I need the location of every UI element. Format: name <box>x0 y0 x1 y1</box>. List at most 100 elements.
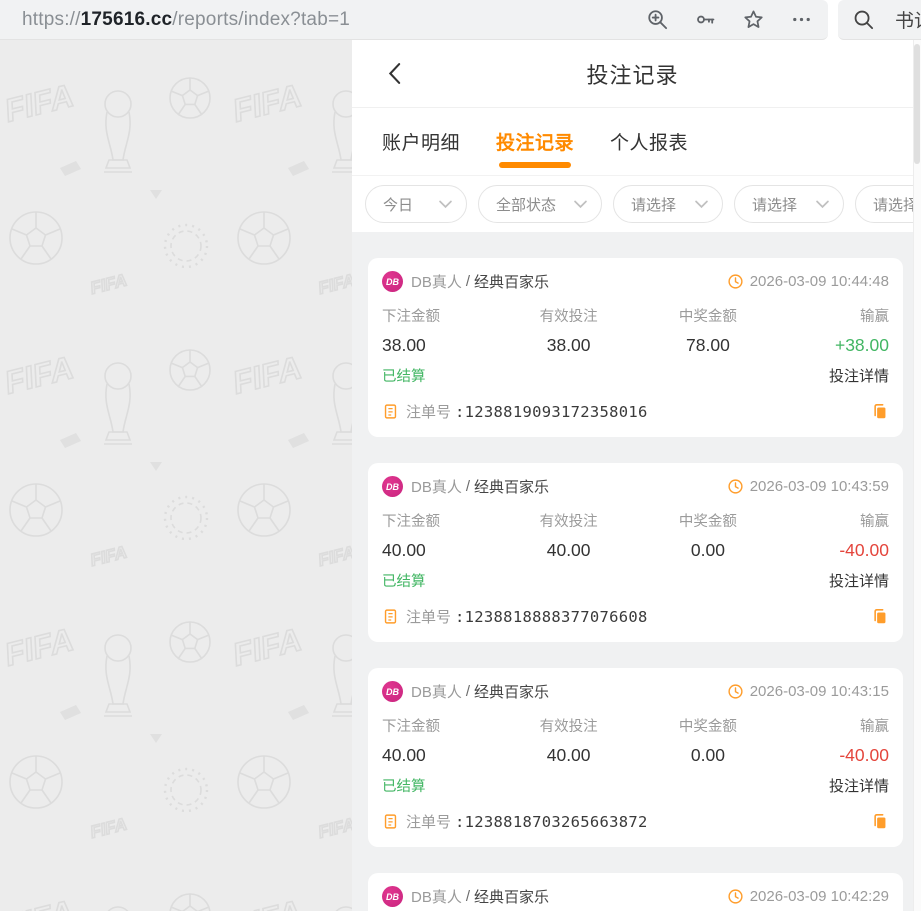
order-note-icon <box>382 813 399 830</box>
winloss-value: +38.00 <box>778 335 889 356</box>
separator: / <box>466 888 470 905</box>
search-icon <box>852 7 875 33</box>
back-icon[interactable] <box>380 60 408 88</box>
chevron-down-icon <box>816 200 829 209</box>
status-badge: 已结算 <box>382 365 426 386</box>
bet-record-card: DB DB真人 / 经典百家乐 2026-03-09 10:44:48 下注金额… <box>368 258 903 437</box>
valid-bet-label: 有效投注 <box>499 510 638 531</box>
prize-amount-label: 中奖金额 <box>638 715 777 736</box>
filter-value: 请选择 <box>752 194 797 215</box>
db-provider-badge: DB <box>382 886 403 907</box>
prize-amount-label: 中奖金额 <box>638 305 777 326</box>
bet-amount-value: 40.00 <box>382 745 499 766</box>
provider-name: DB真人 <box>411 681 462 702</box>
bet-amount-value: 38.00 <box>382 335 499 356</box>
filter-bar: 今日 全部状态 请选择 请选择 请选择 <box>352 176 913 232</box>
filter-value: 今日 <box>383 194 413 215</box>
order-number-value: 1238818888377076608 <box>465 608 648 626</box>
bet-details-link[interactable]: 投注详情 <box>829 570 889 591</box>
tab-account-details[interactable]: 账户明细 <box>382 108 460 175</box>
prize-amount-value: 78.00 <box>638 335 777 356</box>
winloss-label: 输赢 <box>778 305 889 326</box>
reports-panel: 投注记录 账户明细 投注记录 个人报表 今日 全部状态 <box>352 40 913 911</box>
active-tab-indicator <box>499 162 571 168</box>
scrollbar[interactable] <box>913 40 921 911</box>
bet-time: 2026-03-09 10:44:48 <box>750 273 889 290</box>
provider-name: DB真人 <box>411 476 462 497</box>
valid-bet-value: 40.00 <box>499 540 638 561</box>
filter-value: 全部状态 <box>496 194 556 215</box>
page-viewport: FIFA <box>0 40 921 911</box>
valid-bet-label: 有效投注 <box>499 305 638 326</box>
tab-label: 账户明细 <box>382 128 460 155</box>
order-number-label: 注单号 <box>406 811 451 832</box>
filter-date-dropdown[interactable]: 今日 <box>365 185 467 223</box>
clock-icon <box>727 683 744 700</box>
tab-bar: 账户明细 投注记录 个人报表 <box>352 108 913 176</box>
prize-amount-value: 0.00 <box>638 745 777 766</box>
fifa-watermark-background: FIFA <box>0 40 352 911</box>
winloss-label: 输赢 <box>778 510 889 531</box>
provider-name: DB真人 <box>411 886 462 907</box>
bet-details-link[interactable]: 投注详情 <box>829 775 889 796</box>
bookmark-search-box[interactable]: 书记 <box>838 0 921 40</box>
order-note-icon <box>382 608 399 625</box>
winloss-value: -40.00 <box>778 745 889 766</box>
game-name: 经典百家乐 <box>474 886 549 907</box>
filter-select-dropdown-1[interactable]: 请选择 <box>613 185 723 223</box>
separator: / <box>466 273 470 290</box>
clock-icon <box>727 478 744 495</box>
order-number-value: 1238818703265663872 <box>465 813 648 831</box>
status-badge: 已结算 <box>382 775 426 796</box>
bet-amount-value: 40.00 <box>382 540 499 561</box>
clock-icon <box>727 273 744 290</box>
copy-icon[interactable] <box>870 607 889 626</box>
star-icon[interactable] <box>740 7 766 33</box>
bet-amount-label: 下注金额 <box>382 510 499 531</box>
bet-time: 2026-03-09 10:43:59 <box>750 478 889 495</box>
game-name: 经典百家乐 <box>474 681 549 702</box>
more-icon[interactable] <box>788 7 814 33</box>
bet-record-card: DB DB真人 / 经典百家乐 2026-03-09 10:43:59 下注金额… <box>368 463 903 642</box>
url-text: https://175616.cc/reports/index?tab=1 <box>22 9 350 31</box>
separator: / <box>466 478 470 495</box>
order-note-icon <box>382 403 399 420</box>
db-provider-badge: DB <box>382 476 403 497</box>
page-header: 投注记录 <box>352 40 913 108</box>
winloss-value: -40.00 <box>778 540 889 561</box>
copy-icon[interactable] <box>870 812 889 831</box>
order-number-value: 1238819093172358016 <box>465 403 648 421</box>
separator: / <box>466 683 470 700</box>
page-title: 投注记录 <box>352 58 913 90</box>
colon: : <box>455 403 465 421</box>
bookmark-search-label: 书记 <box>895 6 921 33</box>
filter-value: 请选择 <box>873 194 913 215</box>
provider-name: DB真人 <box>411 271 462 292</box>
bet-amount-label: 下注金额 <box>382 715 499 736</box>
bet-details-link[interactable]: 投注详情 <box>829 365 889 386</box>
bet-record-card: DB DB真人 / 经典百家乐 2026-03-09 10:43:15 下注金额… <box>368 668 903 847</box>
tab-label: 投注记录 <box>496 128 574 155</box>
zoom-in-icon[interactable] <box>644 7 670 33</box>
prize-amount-label: 中奖金额 <box>638 510 777 531</box>
tab-personal-report[interactable]: 个人报表 <box>610 108 688 175</box>
status-badge: 已结算 <box>382 570 426 591</box>
db-provider-badge: DB <box>382 271 403 292</box>
game-name: 经典百家乐 <box>474 271 549 292</box>
prize-amount-value: 0.00 <box>638 540 777 561</box>
address-bar[interactable]: https://175616.cc/reports/index?tab=1 <box>0 0 828 40</box>
valid-bet-label: 有效投注 <box>499 715 638 736</box>
filter-select-dropdown-2[interactable]: 请选择 <box>734 185 844 223</box>
copy-icon[interactable] <box>870 402 889 421</box>
order-number-label: 注单号 <box>406 401 451 422</box>
bet-amount-label: 下注金额 <box>382 305 499 326</box>
filter-status-dropdown[interactable]: 全部状态 <box>478 185 602 223</box>
bet-time: 2026-03-09 10:43:15 <box>750 683 889 700</box>
filter-select-dropdown-3[interactable]: 请选择 <box>855 185 913 223</box>
key-icon[interactable] <box>692 7 718 33</box>
db-provider-badge: DB <box>382 681 403 702</box>
colon: : <box>455 813 465 831</box>
tab-bet-records[interactable]: 投注记录 <box>496 108 574 175</box>
chevron-down-icon <box>574 200 587 209</box>
scrollbar-thumb[interactable] <box>914 44 920 164</box>
